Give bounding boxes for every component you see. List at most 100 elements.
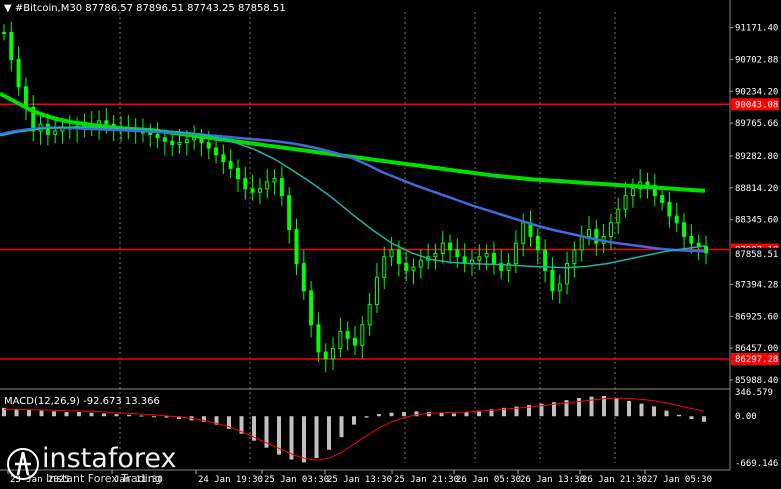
macd-bar-4 [52,411,56,417]
y-tick-label-9: 86457.00 [735,344,778,354]
macd-bar-3 [39,410,44,417]
macd-tick-label-1: 0.00 [735,412,757,422]
candle-body-57 [418,259,423,268]
candle-body-48 [353,337,357,346]
candle-body-50 [367,303,372,326]
candle-body-79 [579,235,584,251]
macd-bar-56 [702,416,706,422]
chart-title: ▼ #Bitcoin,M30 87786.57 87896.51 87743.2… [4,3,286,14]
macd-bar-50 [627,400,631,417]
candle-body-0 [2,31,6,34]
collapse-arrow-icon[interactable]: ▼ [4,3,12,14]
candle-body-32 [236,167,240,180]
y-tick-label-6: 88345.60 [735,216,778,226]
macd-bar-25 [314,416,319,459]
candle-body-91 [667,201,672,217]
y-tick-label-1: 90702.88 [735,55,778,65]
candle-body-31 [228,161,233,169]
y-tick-label-3: 89765.66 [735,119,778,129]
candle-body-53 [389,249,394,258]
candle-body-3 [23,86,28,108]
candle-body-38 [279,178,284,197]
macd-bar-49 [614,398,619,417]
candle-body-81 [594,229,599,244]
macd-bar-2 [27,409,31,417]
candle-body-55 [404,263,409,271]
macd-tick-label-0: 346.579 [735,388,773,398]
ma-line-1 [0,126,706,253]
candle-body-77 [565,263,570,285]
macd-bar-30 [377,414,381,417]
candle-body-39 [287,195,292,231]
macd-bar-26 [327,416,331,450]
candle-body-30 [221,154,226,163]
candle-body-83 [608,222,613,237]
candle-body-20 [148,132,153,135]
candle-body-56 [411,266,416,271]
candle-body-21 [155,133,160,139]
macd-bar-52 [652,406,656,417]
macd-bar-32 [402,412,406,417]
y-tick-label-8: 86925.60 [735,312,778,322]
x-tick-label-6: 26 Jan 05:30 [456,475,521,485]
candle-body-34 [250,188,255,193]
macd-bar-27 [339,416,344,438]
candle-body-73 [535,235,540,251]
candle-body-92 [674,215,679,224]
candle-body-75 [550,269,555,292]
y-tick-label-2: 90234.20 [735,87,778,97]
macd-title: MACD(12,26,9) -92.673 13.366 [4,396,160,407]
candle-body-52 [382,256,387,278]
candle-body-37 [272,178,277,183]
candle-body-86 [630,188,635,197]
candle-body-42 [309,290,314,326]
candle-body-2 [16,59,21,88]
macd-bar-1 [14,409,19,417]
price-chart[interactable]: 91171.40 90702.88 90234.20 89765.66 89282.80… [0,0,781,489]
candle-body-1 [9,31,14,61]
ohlc-values: 87786.57 87896.51 87743.25 87858.51 [85,3,286,14]
candle-body-33 [243,178,248,190]
candle-body-35 [257,188,262,193]
macd-bar-5 [64,412,69,417]
y-tick-label-4: 89282.80 [735,152,778,162]
candle-body-93 [682,222,687,237]
candle-body-25 [184,139,189,144]
candle-body-65 [477,256,482,261]
macd-bar-37 [464,412,469,417]
macd-bar-24 [302,416,306,463]
candle-body-88 [645,181,650,186]
candle-body-51 [374,276,379,305]
candle-body-7 [53,130,58,135]
macd-bar-12 [152,416,156,418]
level-label-0: 90043.08 [735,100,778,110]
macd-bar-28 [352,416,356,425]
x-tick-label-2: 24 Jan 19:30 [198,475,263,485]
macd-bar-11 [139,415,144,417]
y-tick-label-7: 87394.28 [735,280,778,290]
candle-body-94 [689,235,694,244]
x-tick-label-7: 26 Jan 13:30 [520,475,585,485]
macd-bar-9 [114,414,119,417]
macd-bar-8 [102,413,106,417]
candle-body-36 [265,181,270,190]
candle-body-26 [192,137,197,141]
macd-bar-46 [577,398,581,417]
macd-bar-54 [677,414,681,417]
candle-body-71 [521,222,526,244]
macd-bar-53 [664,410,669,417]
y-tick-label-0: 91171.40 [735,24,778,34]
ma-line-0 [0,91,706,193]
symbol-title: #Bitcoin,M30 [14,3,83,14]
candle-body-24 [177,142,182,146]
macd-bar-29 [364,416,369,418]
candle-body-45 [331,348,336,360]
level-label-2: 86297.28 [735,355,778,365]
candle-body-14 [104,120,109,125]
candle-body-44 [323,351,328,360]
candle-body-66 [484,252,489,258]
current-price-label: 87858.51 [735,250,778,260]
candle-body-67 [491,252,496,265]
macd-bar-31 [389,412,394,417]
x-tick-label-9: 27 Jan 05:30 [647,475,712,485]
